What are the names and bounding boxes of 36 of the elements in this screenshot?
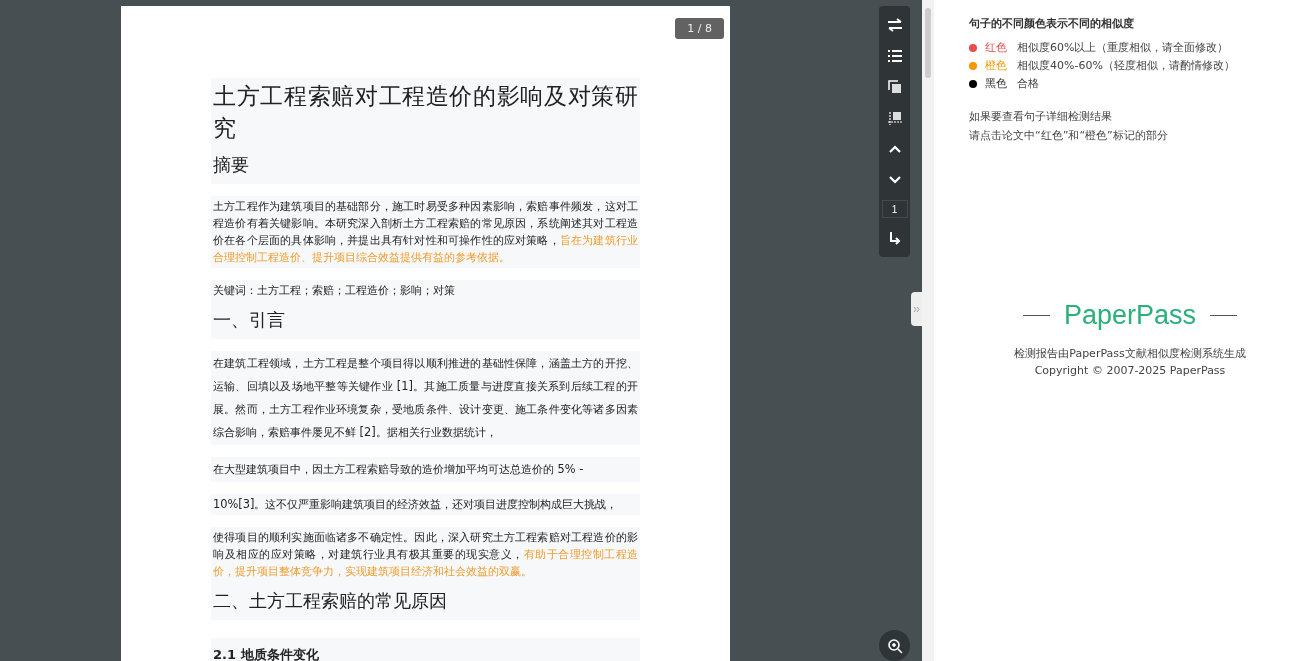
crop-icon [886, 110, 903, 126]
legend-color-name: 红色 [985, 41, 1007, 55]
double-chevron-icon [913, 305, 920, 313]
chevron-down-icon [887, 175, 902, 185]
turn-right-arrow-icon [888, 231, 901, 245]
list-icon [886, 49, 903, 63]
paragraph: 在大型建筑项目中，因土方工程索赔导致的造价增加平均可达总造价的 5% - [211, 457, 640, 482]
legend-description: 相似度60%以上（重度相似，请全面修改） [1017, 41, 1229, 55]
logo: PaperPass [1063, 300, 1197, 331]
zoom-in-icon [886, 637, 903, 654]
page-indicator: 1 / 8 [675, 18, 724, 39]
legend-color-name: 橙色 [985, 59, 1007, 73]
instruction-text: 如果要查看句子详细检测结果 [969, 109, 1113, 125]
paragraph: 在建筑工程领域，土方工程是整个项目得以顺利推进的基础性保障，涵盖土方的开挖、运输、回填以及场地平整等关键作业 [1]。其施工质量与进度直接关系到后续工程的开展。然而，土方工程作业环境复杂，受地质条件、设计变更、施工条件变化等诸多因素综合影响，索赔事件屡见不鲜 [2]。据相关行业数据统计， [211, 351, 640, 445]
legend-color-name: 黑色 [985, 77, 1007, 91]
scrollbar-thumb[interactable] [925, 8, 931, 78]
legend-description: 相似度40%-60%（轻度相似，请酌情修改） [1017, 59, 1235, 73]
section-heading: 一、引言 [211, 301, 640, 339]
paragraph: 使得项目的顺利实施面临诸多不确定性。因此，深入研究土方工程索赔对工程造价的影响及相应的应对策略，对建筑行业具有极其重要的现实意义，有助于合理控制工程造价，提升项目整体竞争力，实现建筑项目经济和社会效益的双赢。 [211, 527, 640, 582]
footer-text: 检测报告由PaperPass文献相似度检测系统生成 [1013, 346, 1247, 362]
instruction-text: 请点击论文中“红色”和“橙色”标记的部分 [969, 128, 1169, 144]
legend-description: 合格 [1017, 77, 1039, 91]
copy-icon [887, 80, 902, 94]
section-heading: 2.1 地质条件变化 [211, 638, 640, 661]
paragraph: 土方工程作为建筑项目的基础部分，施工时易受多种因素影响，索赔事件频发，这对工程造价有着关键影响。本研究深入剖析土方工程索赔的常见原因，系统阐述其对工程造价在各个层面的具体影响，并提出具有针对性和可操作性的应对策略，旨在为建筑行业合理控制工程造价、提升项目综合效益提供有益的参考依据。 [211, 196, 640, 268]
paragraph: 10%[3]。这不仅严重影响建筑项目的经济效益，还对项目进度控制构成巨大挑战， [211, 494, 640, 515]
zoom-in-button[interactable] [879, 630, 910, 661]
document-title: 土方工程索赔对工程造价的影响及对策研究 [211, 78, 640, 146]
legend-title: 句子的不同颜色表示不同的相似度 [969, 16, 1135, 31]
page-number-field[interactable]: 1 [881, 200, 908, 218]
chevron-up-icon [887, 144, 902, 154]
swap-arrows-icon [886, 18, 903, 32]
paragraph: 关键词：土方工程；索赔；工程造价；影响；对策 [211, 280, 640, 301]
section-heading: 二、土方工程索赔的常见原因 [211, 582, 640, 620]
footer-text: Copyright © 2007-2025 PaperPass [1033, 363, 1227, 379]
section-heading: 摘要 [211, 146, 640, 184]
